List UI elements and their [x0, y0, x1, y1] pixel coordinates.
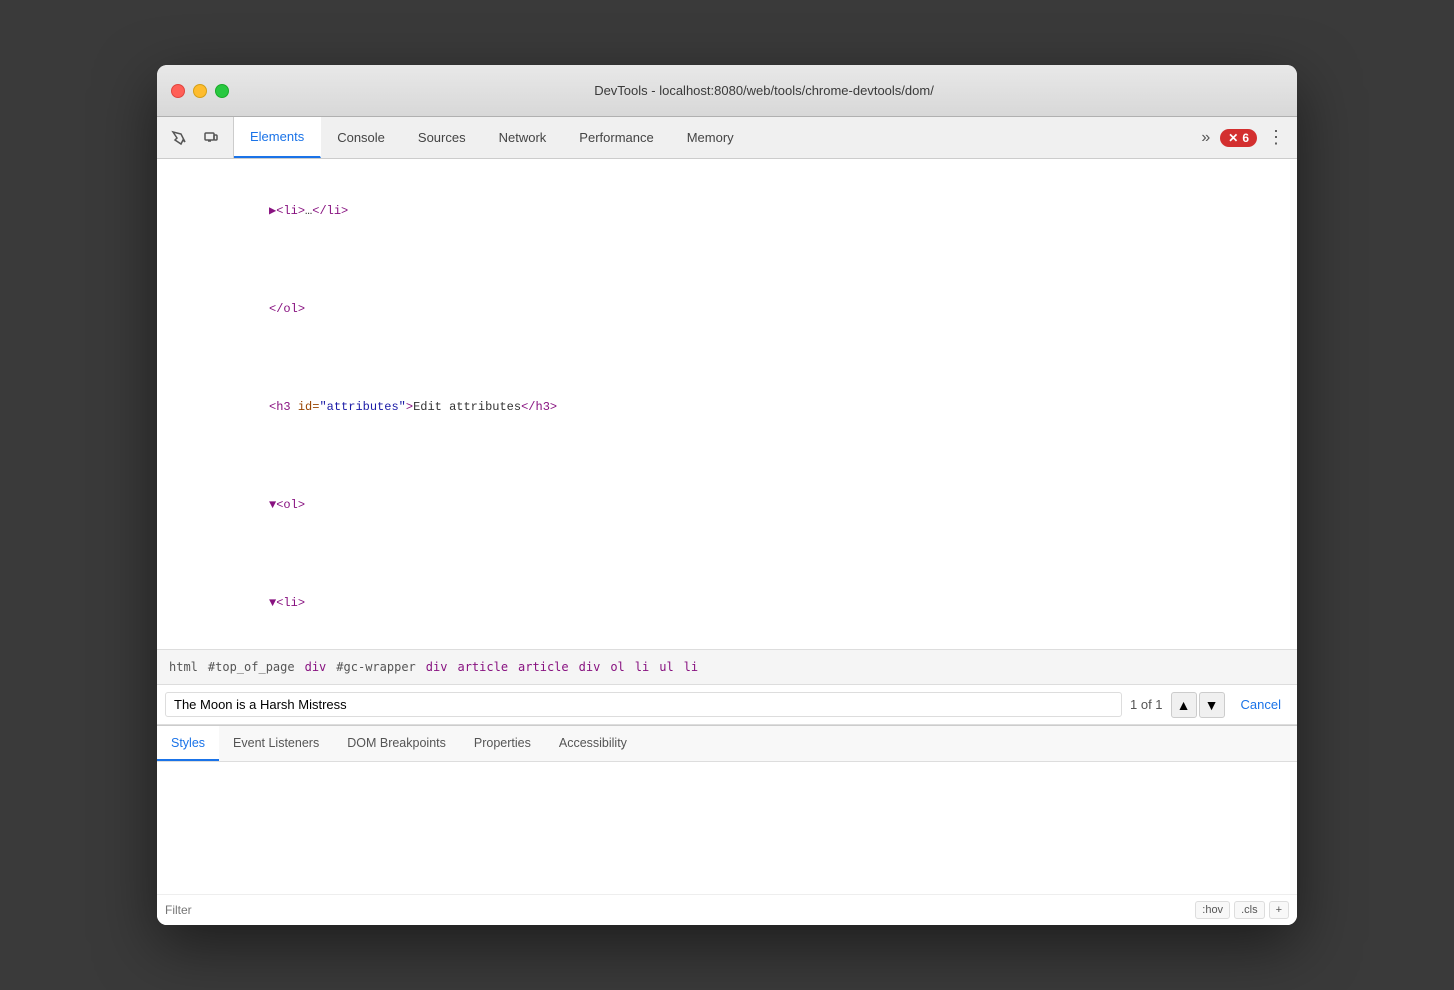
error-icon: ✕ — [1228, 131, 1238, 145]
breadcrumb-article-1[interactable]: article — [453, 658, 512, 676]
breadcrumb-article-2[interactable]: article — [514, 658, 573, 676]
filter-input[interactable] — [165, 903, 1187, 917]
search-next-button[interactable]: ▼ — [1199, 692, 1225, 718]
filter-tools: :hov .cls + — [1195, 901, 1289, 919]
search-count: 1 of 1 — [1130, 697, 1163, 712]
tab-bar: Elements Console Sources Network Perform… — [157, 117, 1297, 159]
devtools-body: Elements Console Sources Network Perform… — [157, 117, 1297, 925]
title-bar: DevTools - localhost:8080/web/tools/chro… — [157, 65, 1297, 117]
breadcrumb-gc-wrapper[interactable]: #gc-wrapper — [332, 658, 419, 676]
panel-tab-properties[interactable]: Properties — [460, 726, 545, 761]
breadcrumb-html[interactable]: html — [165, 658, 202, 676]
inspect-icon[interactable] — [165, 124, 193, 152]
tab-network[interactable]: Network — [483, 117, 564, 158]
window-title: DevTools - localhost:8080/web/tools/chro… — [245, 83, 1283, 98]
search-cancel-button[interactable]: Cancel — [1233, 693, 1289, 716]
search-input[interactable] — [165, 692, 1122, 717]
breadcrumb-li-2[interactable]: li — [680, 658, 702, 676]
panel-content-area — [157, 762, 1297, 894]
dom-line: </ol> — [157, 261, 1297, 359]
device-icon[interactable] — [197, 124, 225, 152]
tab-performance[interactable]: Performance — [563, 117, 670, 158]
filter-row: :hov .cls + — [157, 894, 1297, 925]
error-count: 6 — [1242, 131, 1249, 145]
breadcrumb-bar: html #top_of_page div #gc-wrapper div ar… — [157, 649, 1297, 685]
search-bar: 1 of 1 ▲ ▼ Cancel — [157, 685, 1297, 725]
more-tabs-button[interactable]: » — [1197, 125, 1214, 151]
toolbar-right: » ✕ 6 ⋮ — [1189, 117, 1297, 158]
traffic-lights — [171, 84, 229, 98]
main-tabs: Elements Console Sources Network Perform… — [234, 117, 1189, 158]
breadcrumb-li-1[interactable]: li — [631, 658, 653, 676]
tab-sources[interactable]: Sources — [402, 117, 483, 158]
maximize-button[interactable] — [215, 84, 229, 98]
tab-console[interactable]: Console — [321, 117, 402, 158]
panel-tab-styles[interactable]: Styles — [157, 726, 219, 761]
menu-button[interactable]: ⋮ — [1263, 123, 1289, 152]
dom-line: ▼<ol> — [157, 457, 1297, 555]
hov-button[interactable]: :hov — [1195, 901, 1230, 919]
toolbar-left — [157, 117, 234, 158]
breadcrumb-top-of-page[interactable]: #top_of_page — [204, 658, 299, 676]
breadcrumb-ul[interactable]: ul — [655, 658, 677, 676]
breadcrumb-div-2[interactable]: div — [422, 658, 452, 676]
search-nav: ▲ ▼ — [1171, 692, 1225, 718]
breadcrumb-div-1[interactable]: div — [301, 658, 331, 676]
dom-tree[interactable]: ▶<li>…</li> </ol> <h3 id="attributes">Ed… — [157, 159, 1297, 649]
dom-line: ▼<li> — [157, 555, 1297, 649]
panel-tab-event-listeners[interactable]: Event Listeners — [219, 726, 333, 761]
dom-line: ▶<li>…</li> — [157, 163, 1297, 261]
breadcrumb-ol[interactable]: ol — [606, 658, 628, 676]
panel-tab-dom-breakpoints[interactable]: DOM Breakpoints — [333, 726, 460, 761]
cls-button[interactable]: .cls — [1234, 901, 1265, 919]
tab-memory[interactable]: Memory — [671, 117, 751, 158]
add-style-button[interactable]: + — [1269, 901, 1289, 919]
dom-line: <h3 id="attributes">Edit attributes</h3> — [157, 359, 1297, 457]
devtools-window: DevTools - localhost:8080/web/tools/chro… — [157, 65, 1297, 925]
close-button[interactable] — [171, 84, 185, 98]
tab-elements[interactable]: Elements — [234, 117, 321, 158]
panel-tab-accessibility[interactable]: Accessibility — [545, 726, 641, 761]
search-prev-button[interactable]: ▲ — [1171, 692, 1197, 718]
panel-tabs: Styles Event Listeners DOM Breakpoints P… — [157, 726, 1297, 762]
minimize-button[interactable] — [193, 84, 207, 98]
bottom-panel: Styles Event Listeners DOM Breakpoints P… — [157, 725, 1297, 925]
breadcrumb-div-3[interactable]: div — [575, 658, 605, 676]
error-badge[interactable]: ✕ 6 — [1220, 129, 1257, 147]
